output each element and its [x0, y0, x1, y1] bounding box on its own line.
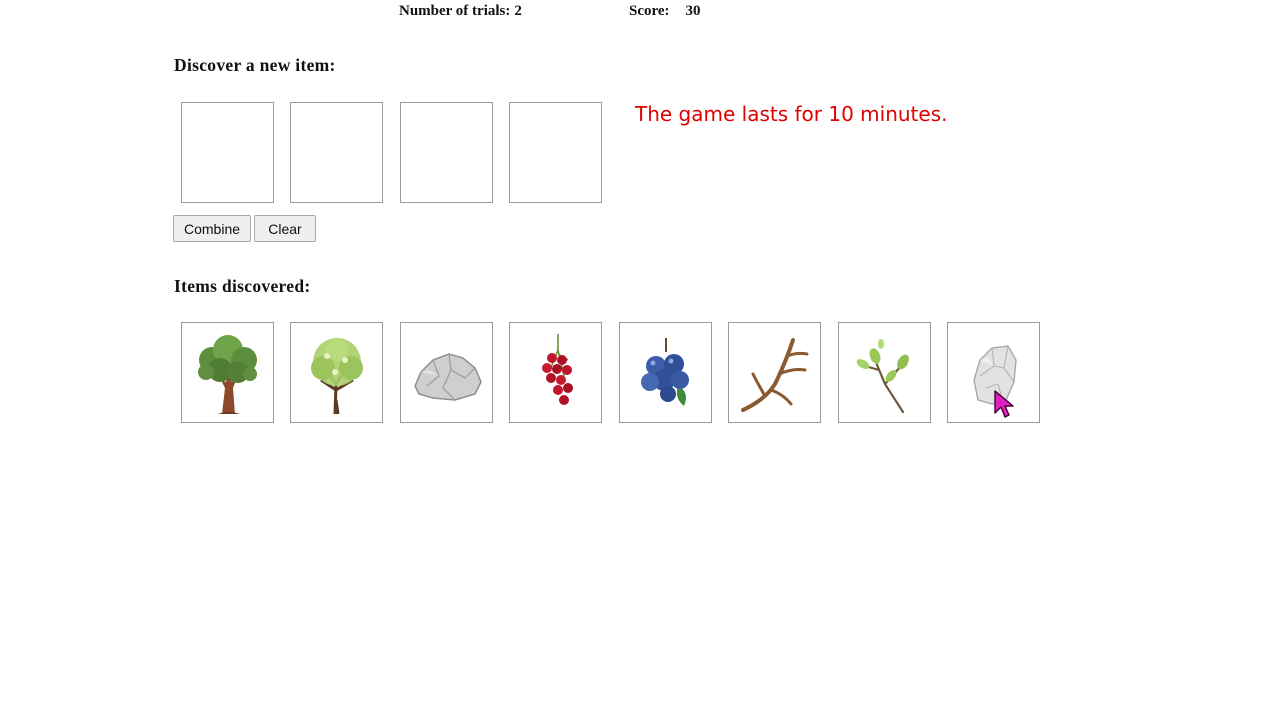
item-twig[interactable]: [838, 322, 931, 423]
game-duration-notice: The game lasts for 10 minutes.: [635, 102, 948, 126]
antler-icon: [740, 337, 808, 412]
item-oak-tree[interactable]: [181, 322, 274, 423]
combine-slot-4[interactable]: [509, 102, 602, 203]
trials-counter: Number of trials: 2: [399, 3, 522, 20]
leafy-tree-icon: [310, 337, 363, 414]
item-blueberries[interactable]: [619, 322, 712, 423]
oak-tree-icon: [197, 334, 257, 414]
combine-slot-2[interactable]: [290, 102, 383, 203]
twig-icon: [856, 338, 909, 413]
item-antler[interactable]: [728, 322, 821, 423]
combine-slot-3[interactable]: [400, 102, 493, 203]
flint-stone-icon: [972, 344, 1017, 405]
item-grey-rock[interactable]: [400, 322, 493, 423]
items-discovered-heading: Items discovered:: [174, 276, 311, 296]
item-flint-stone[interactable]: [947, 322, 1040, 423]
score-label: Score:: [629, 3, 670, 19]
grey-rock-icon: [413, 352, 482, 401]
item-leafy-tree[interactable]: [290, 322, 383, 423]
red-berries-icon: [541, 333, 573, 405]
item-red-berries[interactable]: [509, 322, 602, 423]
discover-heading: Discover a new item:: [174, 55, 336, 75]
combine-slot-1[interactable]: [181, 102, 274, 203]
trials-label: Number of trials:: [399, 3, 511, 19]
score-counter: Score: 30: [629, 3, 701, 20]
combine-button[interactable]: Combine: [173, 215, 251, 242]
score-value: 30: [685, 3, 701, 19]
trials-value: 2: [514, 3, 522, 19]
blueberries-icon: [640, 337, 689, 406]
clear-button[interactable]: Clear: [254, 215, 316, 242]
